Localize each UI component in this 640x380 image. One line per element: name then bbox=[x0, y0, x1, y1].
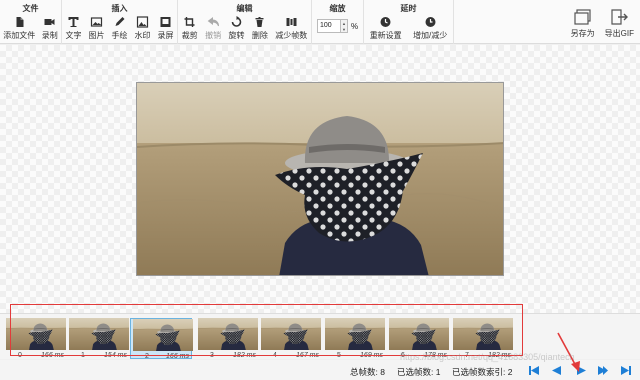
delete-label: 删除 bbox=[251, 31, 268, 40]
current-frame-preview[interactable] bbox=[136, 82, 504, 276]
zoom-stepper[interactable]: ▲ ▼ bbox=[340, 19, 348, 33]
reduce-frames-icon bbox=[286, 18, 297, 26]
file-group-title: 文件 bbox=[22, 4, 39, 13]
undo-button[interactable]: 撤销 bbox=[205, 16, 221, 41]
zoom-up-icon[interactable]: ▲ bbox=[342, 21, 346, 26]
annotation-frame-box bbox=[10, 304, 523, 356]
delete-button[interactable]: 删除 bbox=[252, 16, 268, 41]
zoom-unit: % bbox=[350, 21, 359, 31]
first-frame-icon[interactable] bbox=[528, 365, 540, 376]
reset-delay-label: 重新设置 bbox=[369, 31, 402, 40]
trash-icon bbox=[255, 17, 264, 27]
watermark-label: 水印 bbox=[134, 31, 151, 40]
save-as-button[interactable]: 另存为 bbox=[571, 8, 595, 39]
watermark-icon bbox=[136, 16, 149, 28]
reset-delay-button[interactable]: 重新设置 bbox=[370, 16, 402, 41]
zoom-group: 缩放 100 ▲ ▼ % bbox=[312, 0, 364, 44]
toolbar: 文件 添加文件 录制 插入 文字 图片 手绘 水印 录屏 编辑 裁剪 撤销 旋转… bbox=[0, 0, 640, 44]
rotate-icon bbox=[231, 16, 242, 27]
export-icon bbox=[611, 9, 629, 25]
zoom-group-title: 缩放 bbox=[329, 4, 346, 13]
reduce-frames-button[interactable]: 减少帧数 bbox=[275, 16, 307, 41]
record-label: 录制 bbox=[41, 31, 58, 40]
watermark-text: https://blog.csdn.net/qq_41683305/qiante… bbox=[400, 352, 575, 362]
undo-icon bbox=[207, 17, 219, 27]
next-frame-icon[interactable] bbox=[597, 365, 609, 376]
add-file-icon bbox=[16, 17, 24, 27]
last-frame-icon[interactable] bbox=[620, 365, 632, 376]
watermark-button[interactable]: 水印 bbox=[135, 16, 151, 41]
undo-label: 撤销 bbox=[205, 31, 222, 40]
save-as-icon bbox=[574, 9, 591, 25]
selected-frame-index: 已选帧数索引: 2 bbox=[452, 367, 513, 377]
insert-group: 插入 文字 图片 手绘 水印 录屏 bbox=[62, 0, 178, 44]
file-group: 文件 添加文件 录制 bbox=[0, 0, 62, 44]
zoom-down-icon[interactable]: ▼ bbox=[342, 27, 346, 32]
zoom-input[interactable]: 100 bbox=[316, 19, 341, 33]
delay-group: 延时 重新设置 增加/减少 bbox=[364, 0, 454, 44]
text-icon bbox=[68, 17, 79, 27]
rotate-button[interactable]: 旋转 bbox=[228, 16, 244, 41]
pencil-icon bbox=[115, 17, 125, 26]
export-gif-label: 导出GIF bbox=[604, 29, 634, 38]
rotate-label: 旋转 bbox=[228, 31, 245, 40]
reduce-frames-label: 减少帧数 bbox=[275, 31, 308, 40]
adjust-delay-button[interactable]: 增加/减少 bbox=[413, 16, 447, 41]
selected-frames: 已选帧数: 1 bbox=[397, 367, 441, 377]
status-bar: 总帧数: 8 已选帧数: 1 已选帧数索引: 2 bbox=[0, 360, 640, 380]
draw-button[interactable]: 手绘 bbox=[112, 16, 128, 41]
save-as-label: 另存为 bbox=[570, 29, 595, 38]
delay-group-title: 延时 bbox=[400, 4, 417, 13]
add-file-label: 添加文件 bbox=[3, 31, 36, 40]
image-label: 图片 bbox=[88, 31, 105, 40]
image-button[interactable]: 图片 bbox=[89, 16, 105, 41]
reset-delay-icon bbox=[380, 17, 391, 27]
text-label: 文字 bbox=[65, 31, 82, 40]
zoom-control: 100 ▲ ▼ % bbox=[316, 19, 359, 33]
total-frames: 总帧数: 8 bbox=[350, 367, 385, 377]
add-file-button[interactable]: 添加文件 bbox=[3, 16, 35, 41]
image-icon bbox=[90, 17, 103, 27]
edit-group: 编辑 裁剪 撤销 旋转 删除 减少帧数 bbox=[178, 0, 312, 44]
crop-label: 裁剪 bbox=[181, 31, 198, 40]
adjust-delay-label: 增加/减少 bbox=[413, 31, 448, 40]
edit-group-title: 编辑 bbox=[236, 4, 253, 13]
export-gif-button[interactable]: 导出GIF bbox=[605, 8, 634, 39]
clock-icon bbox=[425, 17, 436, 27]
camera-icon bbox=[44, 19, 55, 25]
insert-group-title: 插入 bbox=[111, 4, 128, 13]
text-button[interactable]: 文字 bbox=[66, 16, 82, 41]
screen-record-button[interactable]: 录屏 bbox=[158, 16, 174, 41]
screen-record-label: 录屏 bbox=[157, 31, 174, 40]
record-button[interactable]: 录制 bbox=[42, 16, 58, 41]
screen-record-icon bbox=[160, 17, 171, 27]
draw-label: 手绘 bbox=[111, 31, 128, 40]
crop-icon bbox=[184, 17, 195, 27]
crop-button[interactable]: 裁剪 bbox=[182, 16, 198, 41]
